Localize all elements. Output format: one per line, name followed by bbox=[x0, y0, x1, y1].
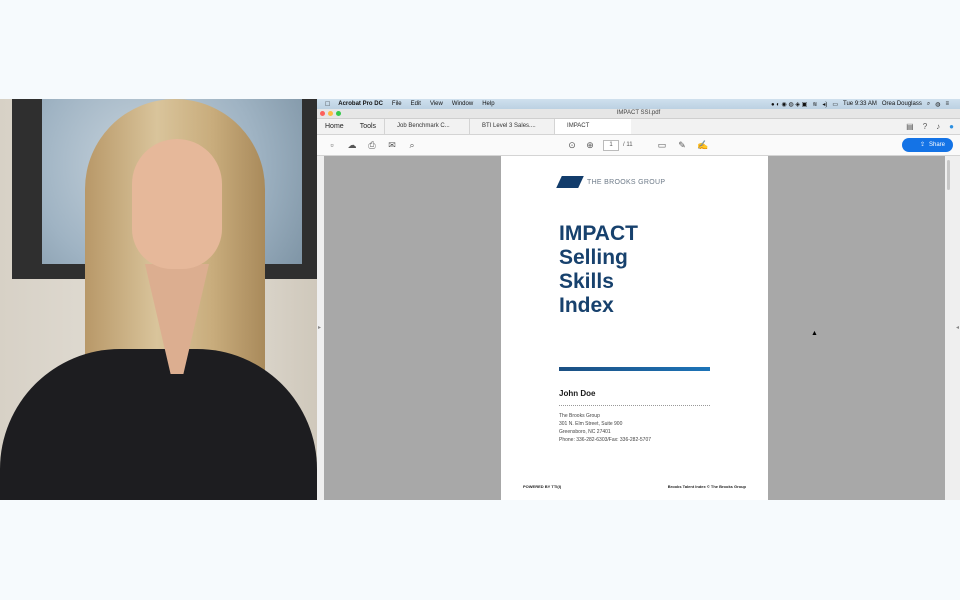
share-label: Share bbox=[928, 142, 945, 148]
user-avatar-icon[interactable]: ● bbox=[949, 122, 954, 131]
tabbar-actions: ▤ ? ♪ ● bbox=[897, 119, 954, 134]
tab-bti-level-3[interactable]: BTI Level 3 Sales.... bbox=[469, 119, 554, 134]
menu-window[interactable]: Window bbox=[452, 101, 473, 107]
recipient-name: John Doe bbox=[559, 389, 596, 398]
address-line: Greensboro, NC 27401 bbox=[559, 429, 611, 435]
presenter-face bbox=[132, 139, 222, 269]
page-total: / 11 bbox=[623, 142, 633, 148]
sign-icon[interactable]: ✍ bbox=[697, 140, 708, 151]
comment-bubble-icon[interactable]: ▤ bbox=[906, 122, 914, 131]
vertical-scrollbar[interactable] bbox=[947, 160, 950, 190]
menubar-user[interactable]: Orea Douglass bbox=[882, 101, 922, 107]
menubar-clock[interactable]: Tue 9:33 AM bbox=[843, 101, 877, 107]
title-line: Skills bbox=[559, 270, 614, 293]
page-number-input[interactable]: 1 bbox=[603, 139, 619, 151]
tab-impact-ssi[interactable]: IMPACT SSI.pdf× bbox=[554, 119, 632, 144]
menu-help[interactable]: Help bbox=[482, 101, 494, 107]
menu-edit[interactable]: Edit bbox=[411, 101, 421, 107]
video-frame:  Acrobat Pro DC File Edit View Window H… bbox=[0, 99, 960, 500]
window-titlebar: IMPACT SSI.pdf bbox=[317, 109, 960, 119]
menu-view[interactable]: View bbox=[430, 101, 443, 107]
spotlight-icon[interactable]: ⌕ bbox=[927, 101, 930, 108]
address-line: The Brooks Group bbox=[559, 413, 600, 419]
siri-icon[interactable]: ◍ bbox=[935, 101, 940, 108]
title-line: Selling bbox=[559, 246, 628, 269]
volume-icon[interactable]: ◂) bbox=[822, 101, 827, 108]
expand-left-panel-icon[interactable]: ▸ bbox=[318, 324, 321, 331]
tab-label: BTI Level 3 Sales.... bbox=[482, 123, 536, 129]
title-line: IMPACT bbox=[559, 222, 638, 245]
highlight-pen-icon[interactable]: ✎ bbox=[677, 140, 687, 151]
tab-home[interactable]: Home bbox=[317, 123, 352, 130]
menu-file[interactable]: File bbox=[392, 101, 402, 107]
apple-menu-icon[interactable]:  bbox=[325, 101, 330, 108]
expand-right-panel-icon[interactable]: ◂ bbox=[956, 324, 959, 331]
notifications-bell-icon[interactable]: ♪ bbox=[936, 122, 940, 131]
acrobat-toolbar: ▫ ☁ ⎙ ✉ ⌕ ⊙ ⊕ 1 / 11 ▭ ✎ ✍ ⇪ Share bbox=[317, 135, 960, 156]
share-button[interactable]: ⇪ Share bbox=[901, 138, 953, 152]
search-icon[interactable]: ⌕ bbox=[407, 140, 417, 151]
address-line: Phone: 336-282-6303/Fax: 336-282-5707 bbox=[559, 437, 652, 443]
next-page-icon[interactable]: ⊕ bbox=[585, 140, 595, 151]
help-icon[interactable]: ? bbox=[923, 122, 927, 131]
save-icon[interactable]: ▫ bbox=[327, 140, 337, 150]
left-panel-collapsed[interactable]: ▸ bbox=[317, 156, 324, 500]
address-line: 301 N. Elm Street, Suite 900 bbox=[559, 421, 623, 427]
print-icon[interactable]: ⎙ bbox=[367, 140, 377, 151]
menubar-status: ● ◐ ◉ ◍ ◈ ▣ ≋ ◂) ▭ Tue 9:33 AM Orea Doug… bbox=[771, 99, 954, 109]
webcam-video bbox=[0, 99, 317, 500]
title-line: Index bbox=[559, 294, 614, 317]
window-title: IMPACT SSI.pdf bbox=[616, 110, 661, 116]
document-viewer[interactable]: ▸ ◂ THE BROOKS GROUP IMPACT Selling Skil… bbox=[317, 156, 960, 500]
share-icon: ⇪ bbox=[919, 142, 925, 148]
notification-center-icon[interactable]: ≡ bbox=[945, 101, 949, 107]
document-title: IMPACT Selling Skills Index bbox=[559, 222, 638, 318]
status-icons[interactable]: ● ◐ ◉ ◍ ◈ ▣ bbox=[771, 101, 807, 108]
comment-icon[interactable]: ▭ bbox=[657, 140, 667, 151]
pdf-page: THE BROOKS GROUP IMPACT Selling Skills I… bbox=[501, 156, 768, 500]
tab-bar: Home Tools Job Benchmark C... BTI Level … bbox=[317, 119, 960, 144]
email-icon[interactable]: ✉ bbox=[387, 140, 397, 151]
brooks-group-logo: THE BROOKS GROUP bbox=[556, 176, 666, 188]
battery-icon[interactable]: ▭ bbox=[832, 101, 838, 108]
previous-page-icon[interactable]: ⊙ bbox=[567, 140, 577, 151]
tab-job-benchmark[interactable]: Job Benchmark C... bbox=[384, 119, 469, 134]
mac-menubar:  Acrobat Pro DC File Edit View Window H… bbox=[317, 99, 960, 109]
menu-app-name[interactable]: Acrobat Pro DC bbox=[338, 101, 383, 107]
wifi-icon[interactable]: ≋ bbox=[812, 101, 817, 108]
brooks-logo-icon bbox=[556, 176, 584, 188]
company-address: The Brooks Group 301 N. Elm Street, Suit… bbox=[559, 412, 651, 444]
shared-screen:  Acrobat Pro DC File Edit View Window H… bbox=[317, 99, 960, 500]
dotted-divider bbox=[559, 405, 710, 406]
right-panel-collapsed[interactable]: ◂ bbox=[945, 156, 960, 500]
tab-label: Job Benchmark C... bbox=[397, 123, 450, 129]
footer-powered-by: POWERED BY TTI(I) bbox=[523, 484, 562, 489]
mouse-cursor-icon: ▲ bbox=[811, 330, 818, 337]
title-divider-bar bbox=[559, 367, 710, 371]
upload-cloud-icon[interactable]: ☁ bbox=[347, 140, 357, 151]
footer-copyright: Brooks Talent Index © The Brooks Group bbox=[667, 484, 746, 489]
annotation-tools: ▭ ✎ ✍ bbox=[657, 135, 717, 155]
tab-tools[interactable]: Tools bbox=[352, 123, 384, 130]
page-navigation: ⊙ ⊕ 1 / 11 bbox=[567, 135, 633, 155]
logo-text: THE BROOKS GROUP bbox=[587, 178, 666, 186]
